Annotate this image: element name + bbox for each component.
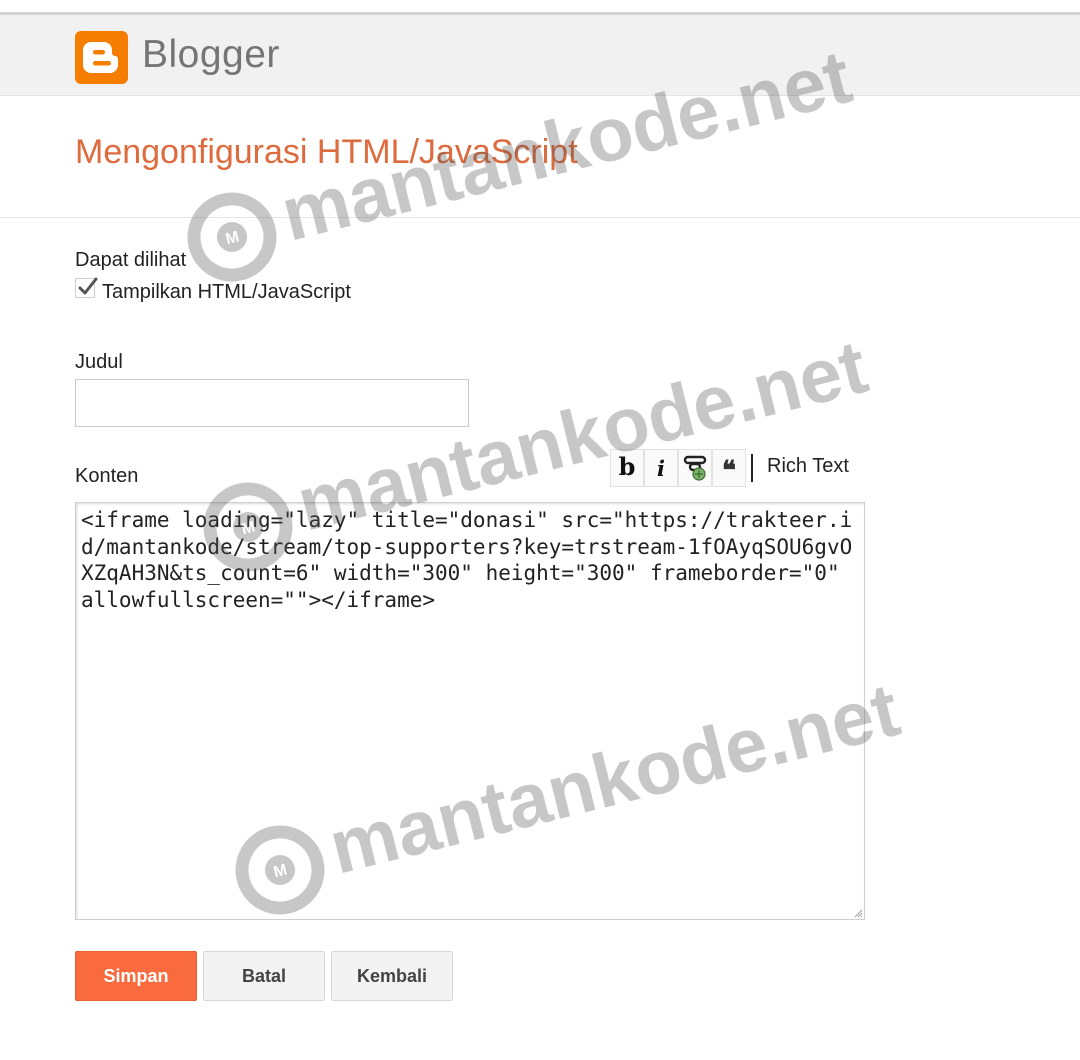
link-image-icon	[683, 455, 707, 481]
italic-icon: i	[657, 455, 665, 481]
header-divider	[0, 217, 1080, 218]
app-header: Blogger	[0, 12, 1080, 96]
brand-name: Blogger	[142, 33, 280, 76]
quote-icon: ❝	[722, 456, 736, 486]
rich-text-toggle[interactable]: Rich Text	[767, 455, 849, 478]
content-code[interactable]: <iframe loading="lazy" title="donasi" sr…	[81, 507, 861, 613]
checkmark-icon	[78, 277, 98, 295]
bold-button[interactable]: b	[610, 449, 644, 487]
watermark-badge-letter: M	[224, 229, 241, 249]
link-button[interactable]	[678, 449, 712, 487]
back-button[interactable]: Kembali	[331, 951, 453, 1001]
judul-input[interactable]	[75, 379, 469, 427]
show-widget-checkbox-label[interactable]: Tampilkan HTML/JavaScript	[102, 281, 351, 304]
judul-label: Judul	[75, 351, 123, 373]
resize-grip-icon[interactable]	[854, 909, 863, 918]
blogger-logo-icon[interactable]	[75, 31, 128, 84]
italic-button[interactable]: i	[644, 449, 678, 487]
show-widget-checkbox[interactable]	[75, 277, 98, 298]
save-button[interactable]: Simpan	[75, 951, 197, 1001]
content-editor[interactable]: <iframe loading="lazy" title="donasi" sr…	[75, 502, 865, 920]
toolbar-separator	[751, 454, 753, 482]
bold-icon: b	[618, 452, 636, 481]
visibility-label: Dapat dilihat	[75, 249, 187, 271]
blockquote-button[interactable]: ❝	[712, 449, 746, 487]
konten-label: Konten	[75, 465, 139, 487]
top-strip	[0, 0, 1080, 12]
cancel-button[interactable]: Batal	[203, 951, 325, 1001]
page-title: Mengonfigurasi HTML/JavaScript	[75, 133, 578, 171]
